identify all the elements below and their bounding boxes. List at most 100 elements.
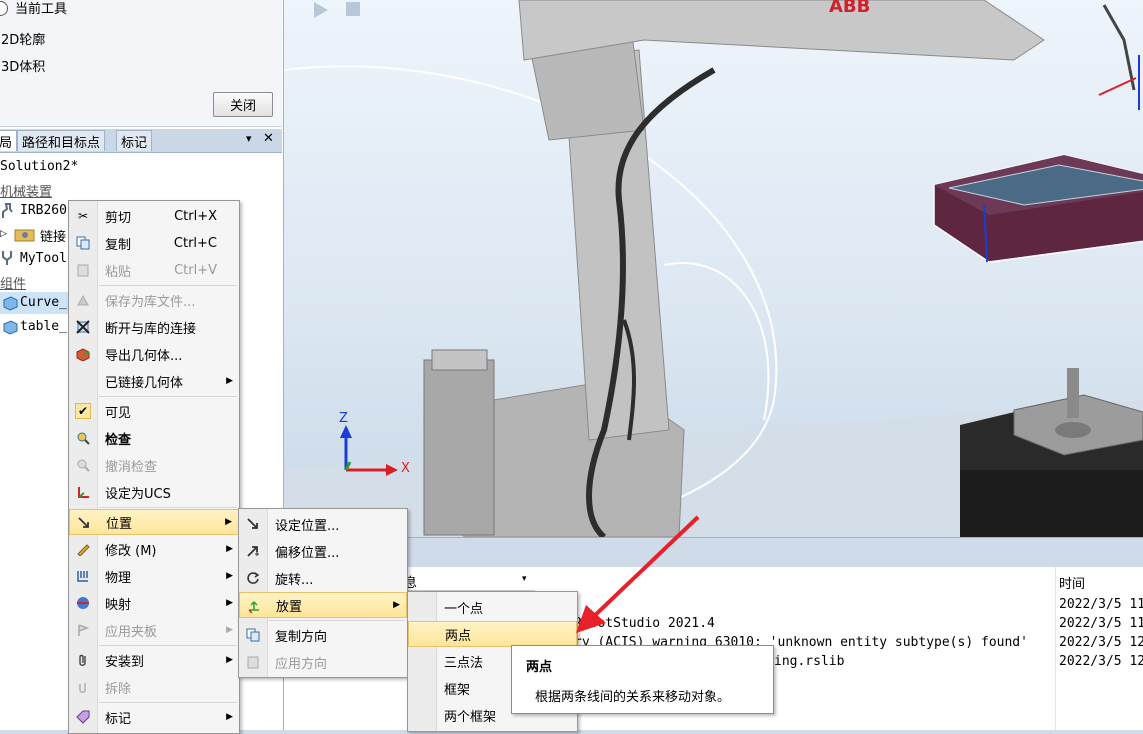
set-position-icon bbox=[245, 516, 261, 532]
current-tool-radio[interactable] bbox=[0, 1, 8, 16]
output-row-message: ing.rslib bbox=[774, 654, 845, 669]
tree-robot-irb[interactable]: IRB260 bbox=[20, 203, 67, 218]
menu-item-two-points[interactable]: 两点 bbox=[408, 621, 577, 647]
submenu-arrow-icon: ▶ bbox=[226, 571, 233, 581]
tree-components-group: 组件 bbox=[0, 277, 27, 292]
tree-link[interactable]: 链接 bbox=[40, 226, 66, 245]
menu-item-attach-to[interactable]: 安装到 ▶ bbox=[69, 647, 239, 673]
output-header bbox=[284, 537, 1143, 568]
context-menu: ✂ 剪切 Ctrl+X 复制 Ctrl+C 粘贴 Ctrl+V 保存为库文件..… bbox=[68, 200, 240, 734]
browser-tab-strip: 局 路径和目标点 标记 ▾ ✕ bbox=[0, 129, 282, 153]
menu-item-position[interactable]: 位置 ▶ bbox=[69, 509, 239, 535]
menu-item-set-ucs[interactable]: 设定为UCS bbox=[69, 479, 239, 505]
copy-icon bbox=[75, 235, 91, 251]
paste-icon bbox=[75, 262, 91, 278]
output-row-time: 2022/3/5 11 bbox=[1059, 597, 1143, 612]
tree-mytool[interactable]: MyTool bbox=[20, 251, 67, 266]
submenu-arrow-icon: ▶ bbox=[226, 544, 233, 554]
detach-icon bbox=[75, 679, 91, 695]
menu-item-disconnect-library[interactable]: 断开与库的连接 bbox=[69, 314, 239, 340]
menu-item-physics[interactable]: 物理 ▶ bbox=[69, 563, 239, 589]
menu-item-offset-position[interactable]: 偏移位置... bbox=[239, 538, 407, 564]
menu-item-linked-geometry[interactable]: 已链接几何体 ▶ bbox=[69, 368, 239, 394]
part-icon bbox=[2, 319, 18, 335]
ucs-icon bbox=[75, 484, 91, 500]
column-divider bbox=[1055, 567, 1056, 730]
undo-inspect-icon bbox=[75, 457, 91, 473]
place-icon bbox=[246, 598, 262, 614]
submenu-arrow-icon: ▶ bbox=[226, 376, 233, 386]
linked-geometry-icon bbox=[75, 373, 91, 389]
close-button[interactable]: 关闭 bbox=[213, 92, 273, 117]
menu-separator bbox=[99, 396, 237, 397]
menu-item-copy[interactable]: 复制 Ctrl+C bbox=[69, 230, 239, 256]
physics-icon bbox=[75, 568, 91, 584]
time-column-header[interactable]: 时间 bbox=[1059, 573, 1085, 592]
menu-item-set-position[interactable]: 设定位置... bbox=[239, 511, 407, 537]
expand-arrow-icon[interactable]: ▷ bbox=[0, 229, 7, 239]
current-tool-label: 当前工具 bbox=[15, 2, 68, 17]
option-3d-volume[interactable]: 3D体积 bbox=[1, 56, 45, 75]
menu-item-inspect[interactable]: 检查 bbox=[69, 425, 239, 451]
menu-item-modify[interactable]: 修改 (M) ▶ bbox=[69, 536, 239, 562]
menu-item-tag[interactable]: 标记 ▶ bbox=[69, 704, 239, 730]
menu-item-paste[interactable]: 粘贴 Ctrl+V bbox=[69, 257, 239, 283]
tool-icon bbox=[0, 250, 14, 266]
menu-separator bbox=[99, 702, 237, 703]
menu-item-copy-orientation[interactable]: 复制方向 bbox=[239, 622, 407, 648]
tab-paths-targets[interactable]: 路径和目标点 bbox=[17, 130, 106, 151]
menu-item-apply-clamp[interactable]: 应用夹板 ▶ bbox=[69, 617, 239, 643]
checkmark-icon: ✔ bbox=[75, 403, 91, 419]
axis-z-label: Z bbox=[339, 411, 348, 426]
menu-item-one-point[interactable]: 一个点 bbox=[408, 594, 577, 620]
tooltip-title: 两点 bbox=[526, 660, 553, 675]
output-row-time: 2022/3/5 11 bbox=[1059, 616, 1143, 631]
submenu-arrow-icon: ▶ bbox=[226, 598, 233, 608]
menu-separator bbox=[99, 285, 237, 286]
submenu-arrow-icon: ▶ bbox=[393, 600, 400, 610]
3d-viewport[interactable]: ABB Z X bbox=[284, 0, 1143, 537]
save-library-icon bbox=[75, 292, 91, 308]
output-row-time: 2022/3/5 12 bbox=[1059, 635, 1143, 650]
tag-icon bbox=[75, 709, 91, 725]
pencil-icon bbox=[75, 541, 91, 557]
output-filter-dropdown[interactable]: 息 ▾ bbox=[402, 572, 535, 591]
menu-item-rotate[interactable]: 旋转... bbox=[239, 565, 407, 591]
tooltip: 两点 根据两条线间的关系来移动对象。 bbox=[511, 645, 774, 714]
clamp-icon bbox=[75, 622, 91, 638]
option-2d-outline[interactable]: 2D轮廓 bbox=[1, 29, 45, 48]
menu-separator bbox=[99, 645, 237, 646]
copy-orientation-icon bbox=[245, 627, 261, 643]
export-geometry-icon bbox=[75, 346, 91, 362]
part-icon bbox=[2, 295, 18, 311]
tab-tags[interactable]: 标记 bbox=[116, 130, 153, 151]
menu-item-undo-inspect[interactable]: 撤消检查 bbox=[69, 452, 239, 478]
submenu-arrow-icon: ▶ bbox=[225, 517, 232, 527]
tree-curve[interactable]: Curve_ bbox=[20, 295, 67, 310]
submenu-arrow-icon: ▶ bbox=[226, 712, 233, 722]
annotation-arrow-icon bbox=[576, 515, 700, 633]
tab-layout[interactable]: 局 bbox=[0, 130, 17, 151]
offset-position-icon bbox=[245, 543, 261, 559]
menu-item-apply-orientation[interactable]: 应用方向 bbox=[239, 649, 407, 675]
scene-graphic: ABB bbox=[284, 0, 1143, 537]
menu-item-save-as-library[interactable]: 保存为库文件... bbox=[69, 287, 239, 313]
disconnect-library-icon bbox=[75, 319, 91, 335]
menu-item-place[interactable]: 放置 ▶ bbox=[239, 592, 407, 618]
tree-mechanisms-group: 机械装置 bbox=[0, 185, 53, 200]
pin-dropdown-icon[interactable]: ▾ bbox=[246, 132, 252, 145]
menu-item-cut[interactable]: ✂ 剪切 Ctrl+X bbox=[69, 203, 239, 229]
tree-table[interactable]: table_ bbox=[20, 319, 67, 334]
position-icon bbox=[76, 515, 92, 531]
menu-item-export-geometry[interactable]: 导出几何体... bbox=[69, 341, 239, 367]
axis-x-label: X bbox=[401, 461, 410, 476]
menu-item-visible[interactable]: ✔ 可见 bbox=[69, 398, 239, 424]
tools-panel: 当前工具 2D轮廓 3D体积 关闭 bbox=[0, 0, 282, 127]
menu-item-mapping[interactable]: 映射 ▶ bbox=[69, 590, 239, 616]
apply-orientation-icon bbox=[245, 654, 261, 670]
paperclip-icon bbox=[75, 652, 91, 668]
tree-solution[interactable]: Solution2* bbox=[0, 159, 78, 174]
menu-item-detach[interactable]: 拆除 bbox=[69, 674, 239, 700]
close-panel-icon[interactable]: ✕ bbox=[263, 131, 274, 146]
output-row-time: 2022/3/5 12 bbox=[1059, 654, 1143, 669]
